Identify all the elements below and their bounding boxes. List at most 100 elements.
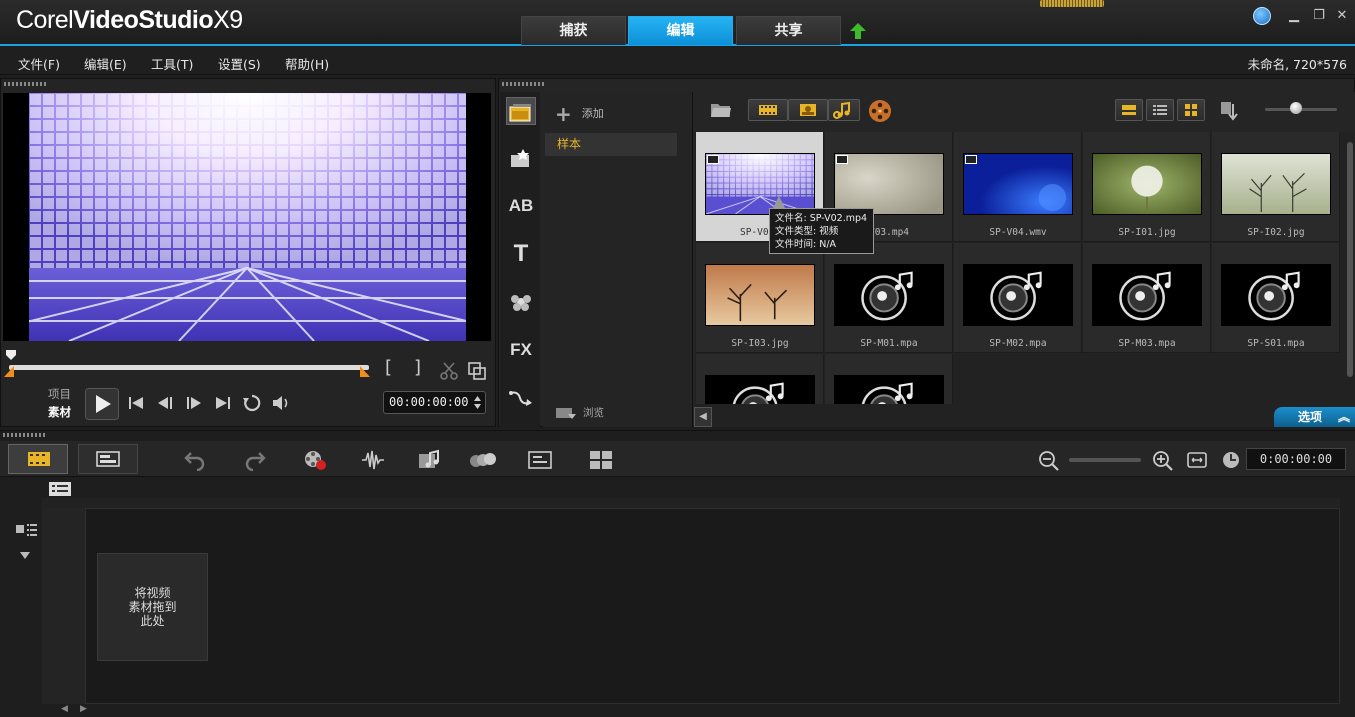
media-item[interactable]: SP-I03.jpg <box>696 243 824 353</box>
restore-icon[interactable]: ❐ <box>1310 7 1328 25</box>
track-manager-icon[interactable] <box>15 522 39 538</box>
media-item[interactable]: SP-S01.mpa <box>1212 243 1340 353</box>
minimize-icon[interactable]: ▁ <box>1285 7 1303 25</box>
clock-icon[interactable] <box>1220 449 1244 471</box>
media-thumbnail[interactable] <box>963 264 1073 326</box>
upload-arrow-icon[interactable] <box>849 22 867 40</box>
motion-tracking-icon[interactable] <box>468 449 498 471</box>
media-thumbnail[interactable] <box>1092 264 1202 326</box>
thumbnail-size-knob[interactable] <box>1290 102 1302 114</box>
media-thumbnail[interactable] <box>1092 153 1202 215</box>
player-timecode[interactable]: 00:00:00:00 <box>383 391 486 414</box>
go-to-end-icon[interactable] <box>212 392 234 414</box>
graphics-icon[interactable] <box>506 288 536 316</box>
timeline-zoom-slider[interactable] <box>1069 458 1141 462</box>
timeline-view-button[interactable] <box>78 444 138 474</box>
import-folder-icon[interactable] <box>710 101 732 119</box>
media-thumbnail[interactable] <box>1221 153 1331 215</box>
media-item[interactable]: SP-V04.wmv <box>954 132 1082 242</box>
panel-grip[interactable] <box>4 82 48 86</box>
media-item[interactable]: SP-M01.mpa <box>825 243 953 353</box>
panel-grip[interactable] <box>502 82 546 86</box>
media-vertical-scrollbar[interactable] <box>1347 142 1353 377</box>
transition-icon[interactable]: AB <box>506 192 536 220</box>
auto-music-icon[interactable] <box>418 449 442 471</box>
tab-edit[interactable]: 编辑 <box>628 16 733 45</box>
clip-mode-label[interactable]: 素材 <box>48 404 71 420</box>
window-grip[interactable] <box>1040 0 1104 7</box>
view-thumbnails-button[interactable] <box>1177 99 1205 121</box>
scroll-left-small-icon[interactable]: ◀ <box>61 704 68 714</box>
multi-camera-icon[interactable] <box>589 449 613 471</box>
sound-mixer-icon[interactable] <box>361 449 385 471</box>
mark-out-icon[interactable]: ] <box>414 357 421 378</box>
help-globe-icon[interactable] <box>1253 7 1271 25</box>
filter-icon[interactable]: FX <box>506 336 536 364</box>
title-icon[interactable]: T <box>506 240 536 268</box>
preview-window[interactable] <box>3 93 491 341</box>
add-folder-button[interactable]: + 添加 <box>555 102 604 126</box>
timecode-spinner-icon[interactable] <box>473 395 482 410</box>
media-thumbnail[interactable] <box>705 153 815 215</box>
show-audio-button[interactable] <box>828 99 860 121</box>
media-item[interactable] <box>825 354 953 404</box>
next-frame-icon[interactable] <box>183 392 205 414</box>
tab-share[interactable]: 共享 <box>736 16 841 45</box>
media-thumbnail[interactable] <box>834 375 944 404</box>
subtitle-editor-icon[interactable] <box>528 449 552 471</box>
view-list-large-button[interactable] <box>1115 99 1143 121</box>
options-button[interactable]: 选项 ︽ <box>1274 407 1355 427</box>
menu-settings[interactable]: 设置(S) <box>218 54 261 73</box>
project-duration[interactable]: 0:00:00:00 <box>1246 448 1346 470</box>
project-mode-label[interactable]: 项目 <box>48 386 71 402</box>
zoom-out-icon[interactable] <box>1037 449 1061 471</box>
player-timecode-value[interactable]: 00:00:00:00 <box>389 395 468 409</box>
drop-zone[interactable]: 将视频 素材拖到 此处 <box>97 553 208 661</box>
record-capture-icon[interactable] <box>303 449 327 471</box>
playhead-handle[interactable] <box>5 349 17 361</box>
undo-icon[interactable] <box>183 449 207 471</box>
media-thumbnail[interactable] <box>705 375 815 404</box>
tab-capture[interactable]: 捕获 <box>521 16 626 45</box>
folder-item-sample[interactable]: 样本 <box>545 133 677 156</box>
media-thumbnail[interactable] <box>1221 264 1331 326</box>
instant-project-icon[interactable] <box>506 144 536 172</box>
repeat-icon[interactable] <box>241 392 263 414</box>
media-item[interactable]: SP-M03.mpa <box>1083 243 1211 353</box>
trim-start-marker[interactable] <box>4 366 14 377</box>
previous-frame-icon[interactable] <box>154 392 176 414</box>
video-track[interactable] <box>42 508 1340 704</box>
sort-icon[interactable] <box>1219 100 1241 122</box>
close-icon[interactable]: ✕ <box>1333 7 1351 25</box>
trim-end-marker[interactable] <box>360 366 370 377</box>
film-reel-icon[interactable] <box>868 99 892 123</box>
media-thumbnail[interactable] <box>834 264 944 326</box>
media-thumbnail[interactable] <box>705 264 815 326</box>
zoom-in-icon[interactable] <box>1151 449 1175 471</box>
show-videos-button[interactable] <box>748 99 788 121</box>
scroll-right-small-icon[interactable]: ▶ <box>80 704 87 714</box>
play-button[interactable] <box>85 388 119 420</box>
media-item[interactable]: SP-I01.jpg <box>1083 132 1211 242</box>
scroll-left-icon[interactable]: ◀ <box>694 407 712 427</box>
split-clip-icon[interactable] <box>438 360 460 382</box>
enlarge-preview-icon[interactable] <box>466 360 488 382</box>
volume-icon[interactable] <box>270 392 292 414</box>
storyboard-view-button[interactable] <box>8 444 68 474</box>
go-to-start-icon[interactable] <box>125 392 147 414</box>
fit-project-icon[interactable] <box>1185 449 1209 471</box>
chapter-marker-icon[interactable] <box>48 481 74 497</box>
menu-help[interactable]: 帮助(H) <box>285 54 329 73</box>
browse-button[interactable]: 浏览 <box>555 405 604 420</box>
path-icon[interactable] <box>506 384 536 412</box>
panel-grip[interactable] <box>3 433 47 437</box>
redo-icon[interactable] <box>243 449 267 471</box>
media-item[interactable]: SP-M02.mpa <box>954 243 1082 353</box>
mark-in-icon[interactable]: [ <box>385 357 392 378</box>
menu-edit[interactable]: 编辑(E) <box>84 54 127 73</box>
scrub-bar[interactable] <box>9 365 369 370</box>
menu-tools[interactable]: 工具(T) <box>151 54 193 73</box>
media-icon[interactable] <box>506 97 536 125</box>
show-photos-button[interactable] <box>788 99 828 121</box>
media-item[interactable] <box>696 354 824 404</box>
